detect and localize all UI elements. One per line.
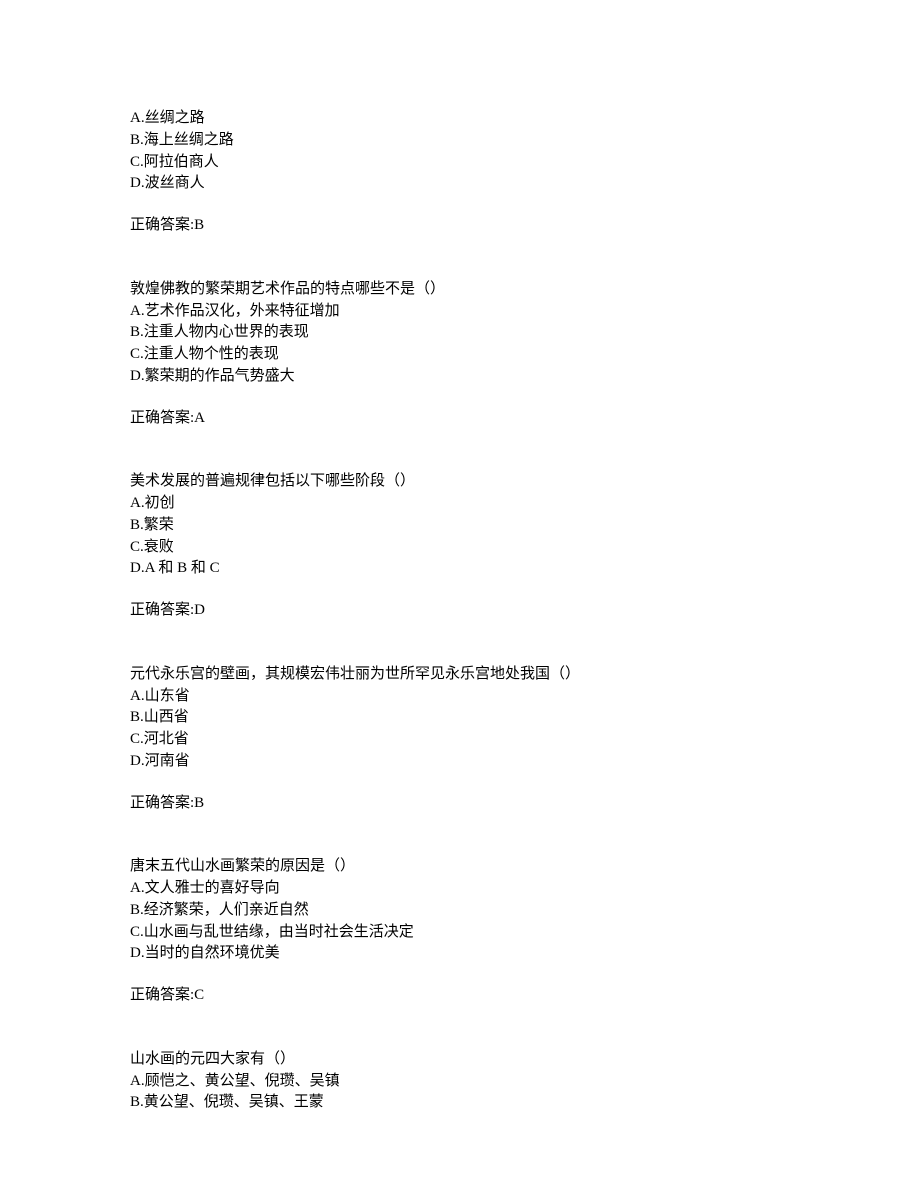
answer-text: 正确答案:D [130, 600, 790, 622]
question-4: 元代永乐宫的壁画，其规模宏伟壮丽为世所罕见永乐宫地处我国（） A.山东省 B.山… [130, 664, 790, 815]
option-text: D.河南省 [130, 751, 790, 773]
option-text: B.海上丝绸之路 [130, 130, 790, 152]
option-text: A.文人雅士的喜好导向 [130, 878, 790, 900]
option-text: A.丝绸之路 [130, 108, 790, 130]
option-text: A.初创 [130, 493, 790, 515]
option-text: C.衰败 [130, 537, 790, 559]
question-2: 敦煌佛教的繁荣期艺术作品的特点哪些不是（） A.艺术作品汉化，外来特征增加 B.… [130, 279, 790, 430]
question-1: A.丝绸之路 B.海上丝绸之路 C.阿拉伯商人 D.波丝商人 正确答案:B [130, 108, 790, 237]
option-text: D.波丝商人 [130, 173, 790, 195]
question-6: 山水画的元四大家有（） A.顾恺之、黄公望、倪瓒、吴镇 B.黄公望、倪瓒、吴镇、… [130, 1049, 790, 1114]
answer-text: 正确答案:B [130, 215, 790, 237]
answer-text: 正确答案:C [130, 985, 790, 1007]
option-text: A.顾恺之、黄公望、倪瓒、吴镇 [130, 1071, 790, 1093]
option-text: C.河北省 [130, 729, 790, 751]
question-5: 唐末五代山水画繁荣的原因是（） A.文人雅士的喜好导向 B.经济繁荣，人们亲近自… [130, 856, 790, 1007]
option-text: B.繁荣 [130, 515, 790, 537]
option-text: C.注重人物个性的表现 [130, 344, 790, 366]
question-stem: 山水画的元四大家有（） [130, 1049, 790, 1071]
option-text: A.山东省 [130, 686, 790, 708]
option-text: C.山水画与乱世结缘，由当时社会生活决定 [130, 922, 790, 944]
question-3: 美术发展的普遍规律包括以下哪些阶段（） A.初创 B.繁荣 C.衰败 D.A 和… [130, 471, 790, 622]
answer-text: 正确答案:B [130, 793, 790, 815]
option-text: C.阿拉伯商人 [130, 152, 790, 174]
option-text: D.当时的自然环境优美 [130, 943, 790, 965]
option-text: B.山西省 [130, 707, 790, 729]
question-stem: 敦煌佛教的繁荣期艺术作品的特点哪些不是（） [130, 279, 790, 301]
question-stem: 元代永乐宫的壁画，其规模宏伟壮丽为世所罕见永乐宫地处我国（） [130, 664, 790, 686]
question-stem: 美术发展的普遍规律包括以下哪些阶段（） [130, 471, 790, 493]
option-text: D.繁荣期的作品气势盛大 [130, 366, 790, 388]
option-text: B.注重人物内心世界的表现 [130, 322, 790, 344]
option-text: B.经济繁荣，人们亲近自然 [130, 900, 790, 922]
question-stem: 唐末五代山水画繁荣的原因是（） [130, 856, 790, 878]
option-text: D.A 和 B 和 C [130, 558, 790, 580]
option-text: B.黄公望、倪瓒、吴镇、王蒙 [130, 1092, 790, 1114]
option-text: A.艺术作品汉化，外来特征增加 [130, 301, 790, 323]
answer-text: 正确答案:A [130, 408, 790, 430]
